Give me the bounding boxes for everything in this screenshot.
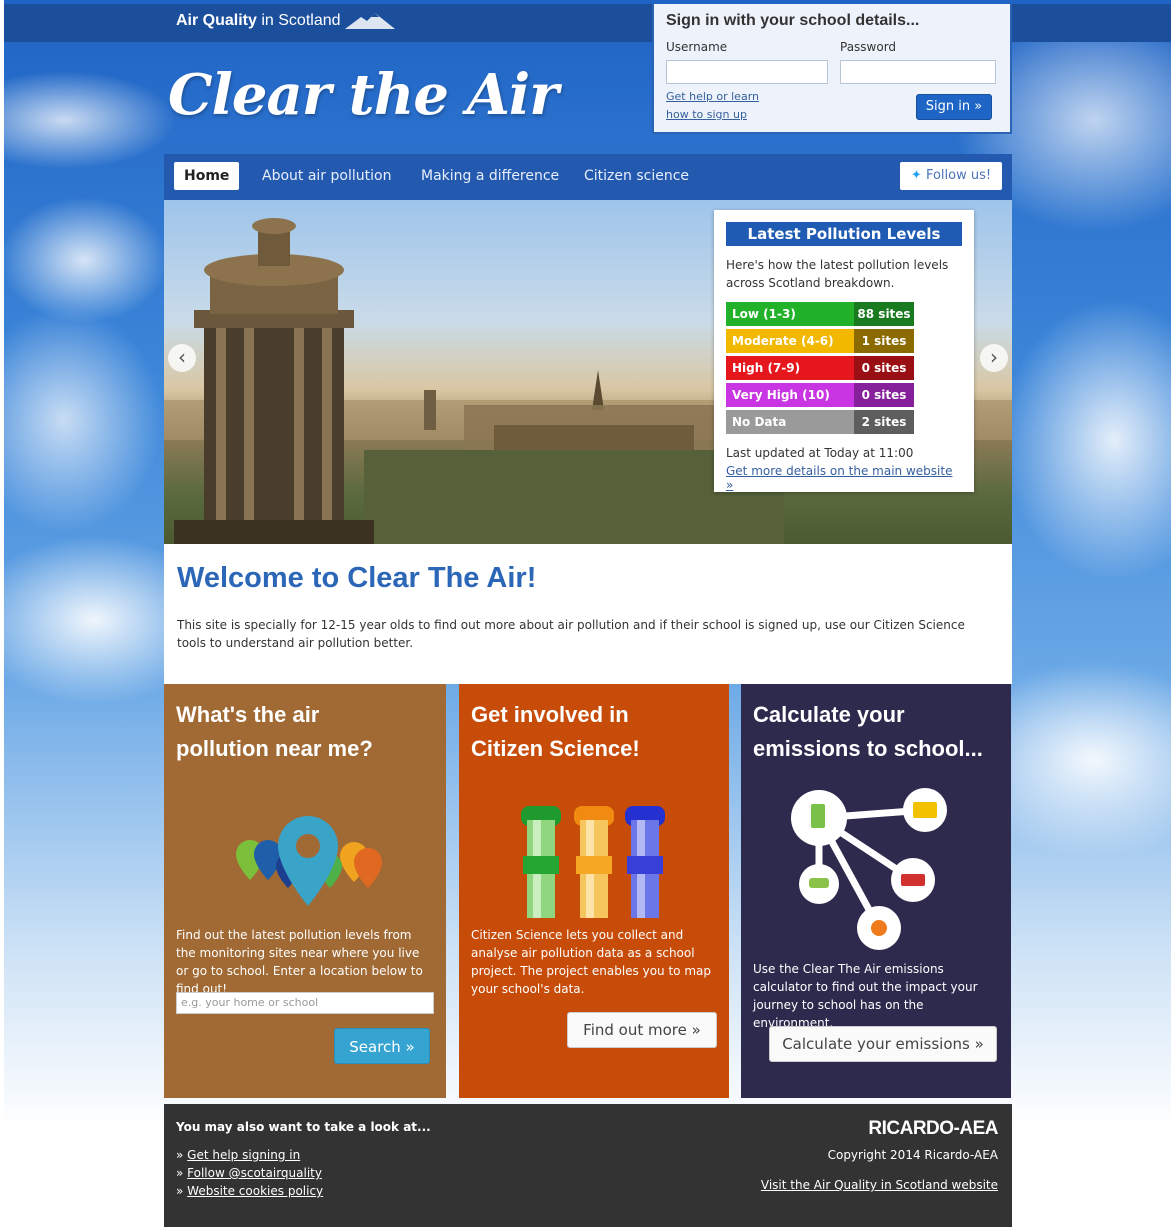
nav-making-a-difference[interactable]: Making a difference (411, 162, 569, 190)
pollution-levels-panel: Latest Pollution Levels Here's how the l… (714, 210, 974, 492)
calc-panel-title-line2: emissions to school... (753, 736, 983, 761)
pollution-level-count: 2 sites (854, 410, 914, 434)
nav-home[interactable]: Home (174, 162, 240, 190)
near-panel-title-line1: What's the air (176, 702, 320, 727)
calculate-emissions-button[interactable]: Calculate your emissions » (769, 1026, 997, 1062)
username-label: Username (666, 40, 728, 54)
clear-the-air-logo[interactable]: Clear the Air (168, 62, 559, 128)
citizen-panel-title-line2: Citizen Science! (471, 736, 640, 761)
pollution-level-row: Very High (10) 0 sites (726, 383, 914, 407)
twitter-icon: ✦ (910, 168, 922, 183)
username-field[interactable] (666, 60, 828, 84)
pollution-level-row: No Data 2 sites (726, 410, 914, 434)
pollution-level-row: High (7-9) 0 sites (726, 356, 914, 380)
pollution-updated-time: Last updated at Today at 11:00 (726, 446, 914, 460)
mountain-icon (344, 12, 395, 29)
pollution-level-count: 0 sites (854, 383, 914, 407)
signin-help-link-line2[interactable]: how to sign up (666, 108, 747, 121)
pollution-level-name: High (7-9) (726, 356, 854, 380)
hero-carousel: ‹ › Latest Pollution Levels Here's how t… (164, 200, 1012, 544)
pollution-level-count: 1 sites (854, 329, 914, 353)
location-search-input[interactable]: e.g. your home or school (176, 992, 434, 1014)
footer-title: You may also want to take a look at... (176, 1120, 431, 1134)
citizen-panel-text: Citizen Science lets you collect and ana… (471, 928, 711, 996)
pollution-level-name: Moderate (4-6) (726, 329, 854, 353)
pollution-more-link[interactable]: Get more details on the main website » (726, 464, 962, 492)
welcome-title: Welcome to Clear The Air! (177, 562, 537, 594)
pollution-near-me-panel: What's the air pollution near me? Find o… (164, 684, 446, 1098)
welcome-section: Welcome to Clear The Air! This site is s… (164, 544, 1012, 684)
password-label: Password (840, 40, 897, 54)
pollution-level-name: Very High (10) (726, 383, 854, 407)
pollution-panel-intro: Here's how the latest pollution levels a… (726, 258, 949, 290)
emissions-calculator-panel: Calculate your emissions to school... Us… (741, 684, 1011, 1098)
site-brand[interactable]: Air Quality in Scotland (176, 12, 395, 30)
nav-about-air-pollution[interactable]: About air pollution (252, 162, 401, 190)
transport-network-icon (789, 788, 959, 954)
near-panel-title-line2: pollution near me? (176, 736, 373, 761)
follow-us-button[interactable]: ✦ Follow us! (900, 162, 1002, 190)
find-out-more-button[interactable]: Find out more » (567, 1012, 717, 1048)
carousel-prev-button[interactable]: ‹ (168, 344, 196, 372)
pollution-level-row: Moderate (4-6) 1 sites (726, 329, 914, 353)
map-pins-icon (220, 814, 390, 910)
diffusion-tubes-icon (519, 790, 669, 920)
citizen-panel-title-line1: Get involved in (471, 702, 629, 727)
signin-help-link-line1[interactable]: Get help or learn (666, 90, 759, 103)
follow-us-label: Follow us! (925, 168, 992, 183)
footer-link-cookies-policy[interactable]: » Website cookies policy (176, 1184, 323, 1198)
signin-box: Sign in with your school details... User… (652, 4, 1012, 134)
copyright-text: Copyright 2014 Ricardo-AEA (827, 1148, 998, 1162)
citizen-science-panel: Get involved in Citizen Science! Citizen… (459, 684, 729, 1098)
calc-panel-title-line1: Calculate your (753, 702, 905, 727)
pollution-levels-list: Low (1-3) 88 sites Moderate (4-6) 1 sites Hi… (726, 302, 962, 434)
pollution-level-name: Low (1-3) (726, 302, 854, 326)
signin-button[interactable]: Sign in » (916, 94, 992, 120)
carousel-next-button[interactable]: › (980, 344, 1008, 372)
nav-citizen-science[interactable]: Citizen science (574, 162, 699, 190)
password-field[interactable] (840, 60, 996, 84)
main-nav: Home About air pollution Making a differ… (164, 154, 1012, 200)
welcome-text: This site is specially for 12-15 year ol… (177, 618, 965, 650)
signin-title: Sign in with your school details... (666, 12, 920, 29)
search-button[interactable]: Search » (334, 1028, 430, 1064)
pollution-level-count: 88 sites (854, 302, 914, 326)
ricardo-aea-logo: RICARDO-AEA (868, 1118, 998, 1139)
footer-link-follow-twitter[interactable]: » Follow @scotairquality (176, 1166, 322, 1180)
pollution-panel-title: Latest Pollution Levels (726, 222, 962, 246)
pollution-level-count: 0 sites (854, 356, 914, 380)
footer-link-help-signing-in[interactable]: » Get help signing in (176, 1148, 300, 1162)
pollution-level-name: No Data (726, 410, 854, 434)
pollution-level-row: Low (1-3) 88 sites (726, 302, 914, 326)
calc-panel-text: Use the Clear The Air emissions calculat… (753, 962, 978, 1030)
visit-air-quality-website-link[interactable]: Visit the Air Quality in Scotland websit… (761, 1178, 998, 1192)
near-panel-text: Find out the latest pollution levels fro… (176, 928, 423, 996)
footer: You may also want to take a look at... »… (164, 1104, 1012, 1227)
